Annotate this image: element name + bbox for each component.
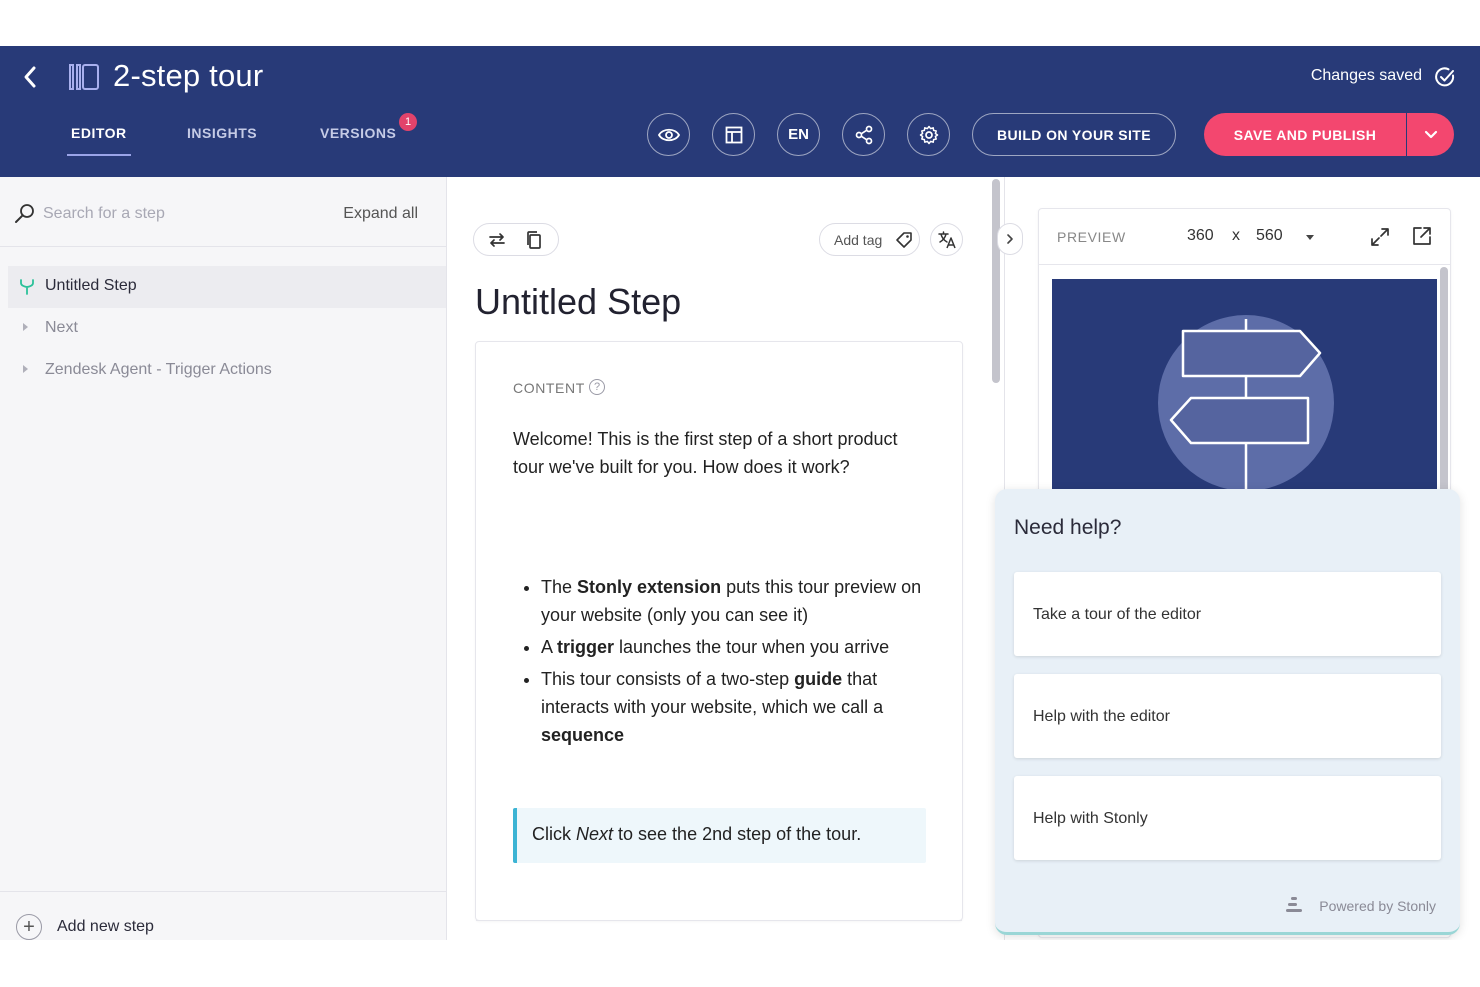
help-option-stonly[interactable]: Help with Stonly — [1014, 776, 1441, 860]
duplicate-icon[interactable] — [524, 230, 544, 250]
preview-width[interactable]: 360 — [1187, 227, 1214, 245]
help-icon[interactable]: ? — [589, 379, 605, 395]
divider — [476, 920, 962, 921]
help-option-tour[interactable]: Take a tour of the editor — [1014, 572, 1441, 656]
language-button[interactable]: EN — [777, 113, 820, 156]
step-label: Untitled Step — [45, 277, 137, 294]
search-icon — [15, 204, 34, 223]
expand-caret-icon[interactable] — [23, 323, 28, 331]
add-tag-label: Add tag — [834, 231, 883, 248]
callout-block[interactable]: Click Next to see the 2nd step of the to… — [513, 808, 926, 863]
settings-button[interactable] — [907, 113, 950, 156]
editor-scrollbar[interactable] — [992, 179, 1000, 383]
content-bullets[interactable]: The Stonly extension puts this tour prev… — [513, 573, 933, 753]
expand-icon[interactable] — [1369, 226, 1391, 248]
layout-button[interactable] — [712, 113, 755, 156]
step-label: Zendesk Agent - Trigger Actions — [45, 361, 272, 378]
preview-height[interactable]: 560 — [1256, 227, 1283, 245]
tab-insights[interactable]: INSIGHTS — [187, 118, 257, 156]
step-item-untitled-step[interactable]: Untitled Step — [8, 266, 446, 308]
back-button[interactable] — [16, 62, 44, 92]
tab-editor[interactable]: EDITOR — [67, 118, 131, 156]
list-item: A trigger launches the tour when you arr… — [541, 633, 933, 661]
guide-title[interactable]: 2-step tour — [113, 58, 263, 94]
share-button[interactable] — [842, 113, 885, 156]
preview-label: PREVIEW — [1057, 229, 1126, 245]
add-step-row: + Add new step — [0, 891, 446, 940]
step-toolbar — [473, 223, 559, 256]
add-tag-button[interactable]: Add tag — [819, 223, 920, 256]
size-dropdown-icon[interactable] — [1306, 235, 1314, 240]
dimension-separator: x — [1232, 227, 1240, 244]
preview-header: PREVIEW 360 x 560 — [1039, 209, 1450, 265]
list-item: The Stonly extension puts this tour prev… — [541, 573, 933, 629]
translate-icon — [937, 230, 956, 248]
preview-scrollbar[interactable] — [1440, 267, 1448, 497]
help-option-editor[interactable]: Help with the editor — [1014, 674, 1441, 758]
help-title: Need help? — [1014, 516, 1122, 539]
content-intro[interactable]: Welcome! This is the first step of a sho… — [513, 425, 933, 481]
guide-layout-icon — [69, 64, 99, 90]
build-on-your-site-button[interactable]: BUILD ON YOUR SITE — [972, 113, 1176, 156]
steps-sidebar: Expand all Untitled Step Next Zendesk Ag… — [0, 177, 447, 940]
save-and-publish-button[interactable]: SAVE AND PUBLISH — [1204, 113, 1406, 156]
branch-icon — [20, 279, 34, 295]
tag-icon — [896, 232, 912, 248]
back-icon — [24, 66, 36, 88]
content-label: CONTENT — [513, 380, 585, 396]
preview-button[interactable] — [647, 113, 690, 156]
open-in-new-icon[interactable] — [1411, 225, 1433, 247]
eye-icon — [657, 128, 680, 141]
share-icon — [855, 125, 872, 144]
layout-icon — [725, 126, 742, 143]
stonly-logo-icon — [1286, 897, 1302, 912]
chevron-right-icon — [1007, 234, 1013, 244]
save-status: Changes saved — [1310, 67, 1422, 84]
expand-all-button[interactable]: Expand all — [343, 205, 418, 223]
content-card: CONTENT ? Welcome! This is the first ste… — [475, 341, 963, 921]
signpost-illustration — [1052, 279, 1437, 489]
step-item-next[interactable]: Next — [8, 308, 446, 350]
step-item-zendesk-agent[interactable]: Zendesk Agent - Trigger Actions — [8, 350, 446, 392]
step-title[interactable]: Untitled Step — [475, 281, 681, 323]
publish-options-button[interactable] — [1407, 113, 1454, 156]
check-circle-icon — [1435, 67, 1455, 87]
step-editor: Add tag Untitled Step CONTENT ? Welcome!… — [447, 177, 1005, 940]
versions-badge: 1 — [399, 113, 417, 131]
step-label: Next — [45, 319, 78, 336]
add-new-step-button[interactable]: Add new step — [57, 918, 154, 936]
chevron-down-icon — [1424, 130, 1437, 138]
step-search-input[interactable] — [43, 201, 293, 227]
app-window: 2-step tour Changes saved EDITOR INSIGHT… — [0, 46, 1480, 940]
step-search-row: Expand all — [0, 177, 446, 247]
tab-versions[interactable]: VERSIONS — [320, 118, 396, 156]
gear-icon — [919, 125, 938, 144]
list-item: This tour consists of a two-step guide t… — [541, 665, 933, 749]
plus-icon[interactable]: + — [16, 914, 42, 940]
top-header: 2-step tour Changes saved EDITOR INSIGHT… — [0, 46, 1480, 177]
swap-icon[interactable] — [487, 230, 507, 250]
powered-by-label[interactable]: Powered by Stonly — [1319, 898, 1436, 914]
expand-caret-icon[interactable] — [23, 365, 28, 373]
collapse-preview-button[interactable] — [997, 223, 1023, 255]
translate-button[interactable] — [930, 223, 963, 256]
help-panel: Need help? Take a tour of the editor Hel… — [995, 489, 1460, 935]
